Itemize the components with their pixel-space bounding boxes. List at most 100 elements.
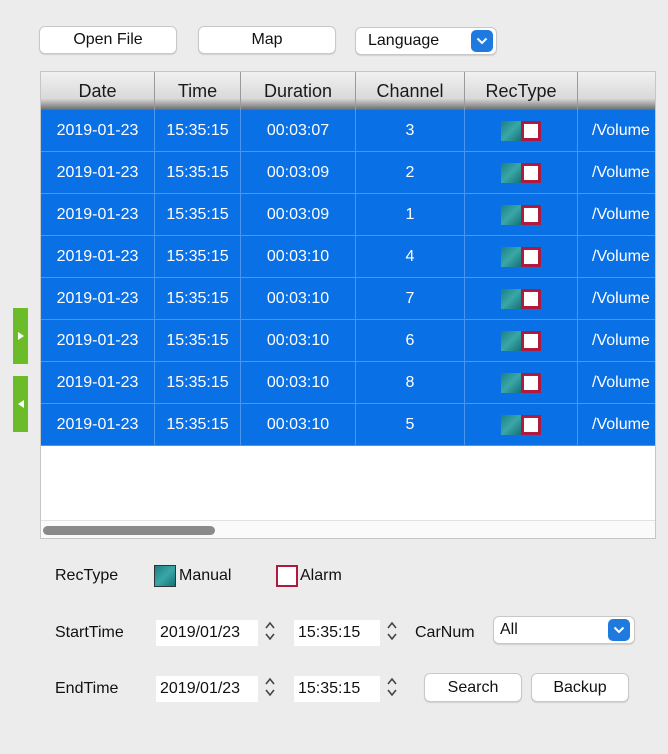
table-row[interactable]: 2019-01-23 15:35:15 00:03:09 2 /Volume bbox=[41, 152, 655, 194]
alarm-rec-icon bbox=[521, 372, 541, 393]
cell-rectype bbox=[465, 236, 578, 277]
carnum-select[interactable]: All bbox=[493, 616, 635, 644]
column-header-date[interactable]: Date bbox=[41, 72, 155, 110]
table-row[interactable]: 2019-01-23 15:35:15 00:03:10 8 /Volume bbox=[41, 362, 655, 404]
cell-rectype bbox=[465, 362, 578, 403]
cell-time: 15:35:15 bbox=[155, 404, 241, 445]
cell-path: /Volume bbox=[578, 194, 655, 235]
cell-duration: 00:03:10 bbox=[241, 278, 356, 319]
language-select-label: Language bbox=[368, 32, 440, 49]
side-tab-collapse[interactable] bbox=[13, 376, 28, 432]
up-down-arrows-icon bbox=[386, 676, 398, 700]
cell-channel: 2 bbox=[356, 152, 465, 193]
cell-channel: 4 bbox=[356, 236, 465, 277]
table-row[interactable]: 2019-01-23 15:35:15 00:03:10 6 /Volume bbox=[41, 320, 655, 362]
triangle-left-icon bbox=[17, 400, 24, 408]
manual-rec-icon bbox=[501, 120, 521, 141]
start-clock-field[interactable]: 15:35:15 bbox=[294, 620, 380, 646]
cell-time: 15:35:15 bbox=[155, 152, 241, 193]
side-tab-expand[interactable] bbox=[13, 308, 28, 364]
start-date-field[interactable]: 2019/01/23 bbox=[156, 620, 258, 646]
up-down-arrows-icon bbox=[386, 620, 398, 644]
alarm-rec-icon bbox=[521, 204, 541, 225]
cell-path: /Volume bbox=[578, 278, 655, 319]
start-date-stepper[interactable] bbox=[262, 618, 278, 646]
alarm-rec-icon bbox=[521, 246, 541, 267]
cell-channel: 3 bbox=[356, 110, 465, 151]
rectype-label: RecType bbox=[55, 567, 119, 584]
cell-rectype bbox=[465, 404, 578, 445]
cell-duration: 00:03:07 bbox=[241, 110, 356, 151]
cell-channel: 7 bbox=[356, 278, 465, 319]
cell-date: 2019-01-23 bbox=[41, 194, 155, 235]
chevron-down-icon bbox=[471, 30, 493, 52]
cell-duration: 00:03:09 bbox=[241, 152, 356, 193]
cell-time: 15:35:15 bbox=[155, 320, 241, 361]
search-button[interactable]: Search bbox=[424, 673, 522, 702]
column-header-duration[interactable]: Duration bbox=[241, 72, 356, 110]
cell-rectype bbox=[465, 320, 578, 361]
cell-channel: 6 bbox=[356, 320, 465, 361]
manual-rec-icon bbox=[501, 246, 521, 267]
table-row[interactable]: 2019-01-23 15:35:15 00:03:10 7 /Volume bbox=[41, 278, 655, 320]
table-row[interactable]: 2019-01-23 15:35:15 00:03:10 4 /Volume bbox=[41, 236, 655, 278]
cell-duration: 00:03:09 bbox=[241, 194, 356, 235]
column-header-rectype[interactable]: RecType bbox=[465, 72, 578, 110]
chevron-down-icon bbox=[608, 619, 630, 641]
cell-path: /Volume bbox=[578, 320, 655, 361]
alarm-rec-icon bbox=[521, 120, 541, 141]
manual-label: Manual bbox=[179, 567, 232, 584]
alarm-rec-icon bbox=[521, 414, 541, 435]
map-button[interactable]: Map bbox=[198, 26, 336, 54]
cell-date: 2019-01-23 bbox=[41, 236, 155, 277]
manual-swatch-icon bbox=[154, 565, 176, 587]
cell-date: 2019-01-23 bbox=[41, 362, 155, 403]
cell-time: 15:35:15 bbox=[155, 110, 241, 151]
end-clock-stepper[interactable] bbox=[384, 674, 400, 702]
end-time-label: EndTime bbox=[55, 680, 119, 697]
cell-duration: 00:03:10 bbox=[241, 320, 356, 361]
open-file-button[interactable]: Open File bbox=[39, 26, 177, 54]
cell-date: 2019-01-23 bbox=[41, 110, 155, 151]
cell-duration: 00:03:10 bbox=[241, 236, 356, 277]
cell-date: 2019-01-23 bbox=[41, 320, 155, 361]
manual-rec-icon bbox=[501, 288, 521, 309]
cell-time: 15:35:15 bbox=[155, 278, 241, 319]
horizontal-scrollbar-thumb[interactable] bbox=[43, 526, 215, 535]
recordings-table[interactable]: Date Time Duration Channel RecType 2019-… bbox=[40, 71, 656, 539]
end-clock-field[interactable]: 15:35:15 bbox=[294, 676, 380, 702]
cell-time: 15:35:15 bbox=[155, 194, 241, 235]
horizontal-scrollbar-track[interactable] bbox=[41, 520, 655, 538]
cell-date: 2019-01-23 bbox=[41, 404, 155, 445]
column-header-time[interactable]: Time bbox=[155, 72, 241, 110]
column-header-path[interactable] bbox=[578, 72, 655, 110]
alarm-swatch-icon bbox=[276, 565, 298, 587]
cell-rectype bbox=[465, 110, 578, 151]
start-clock-stepper[interactable] bbox=[384, 618, 400, 646]
triangle-right-icon bbox=[17, 332, 24, 340]
cell-channel: 5 bbox=[356, 404, 465, 445]
start-time-label: StartTime bbox=[55, 624, 124, 641]
cell-path: /Volume bbox=[578, 110, 655, 151]
end-date-stepper[interactable] bbox=[262, 674, 278, 702]
table-row[interactable]: 2019-01-23 15:35:15 00:03:09 1 /Volume bbox=[41, 194, 655, 236]
cell-rectype bbox=[465, 278, 578, 319]
table-row[interactable]: 2019-01-23 15:35:15 00:03:07 3 /Volume bbox=[41, 110, 655, 152]
alarm-rec-icon bbox=[521, 162, 541, 183]
carnum-label: CarNum bbox=[415, 624, 475, 641]
backup-button[interactable]: Backup bbox=[531, 673, 629, 702]
table-row[interactable]: 2019-01-23 15:35:15 00:03:10 5 /Volume bbox=[41, 404, 655, 446]
manual-rec-icon bbox=[501, 414, 521, 435]
cell-time: 15:35:15 bbox=[155, 236, 241, 277]
language-select[interactable]: Language bbox=[355, 27, 497, 55]
end-date-field[interactable]: 2019/01/23 bbox=[156, 676, 258, 702]
column-header-channel[interactable]: Channel bbox=[356, 72, 465, 110]
manual-rec-icon bbox=[501, 204, 521, 225]
cell-channel: 1 bbox=[356, 194, 465, 235]
cell-path: /Volume bbox=[578, 362, 655, 403]
alarm-rec-icon bbox=[521, 330, 541, 351]
manual-rec-icon bbox=[501, 162, 521, 183]
carnum-select-value: All bbox=[500, 621, 518, 638]
cell-rectype bbox=[465, 194, 578, 235]
cell-duration: 00:03:10 bbox=[241, 404, 356, 445]
